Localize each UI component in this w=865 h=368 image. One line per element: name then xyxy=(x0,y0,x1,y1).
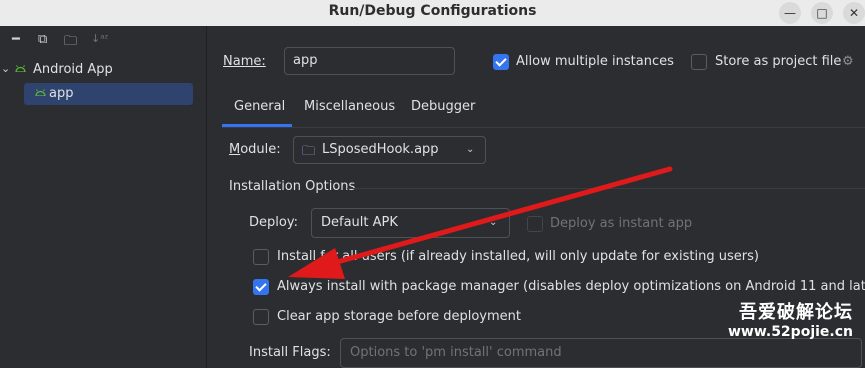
watermark: 吾爱破解论坛 www.52pojie.cn xyxy=(728,298,853,340)
watermark-line2: www.52pojie.cn xyxy=(727,324,853,340)
watermark-line1: 吾爱破解论坛 xyxy=(739,302,853,323)
